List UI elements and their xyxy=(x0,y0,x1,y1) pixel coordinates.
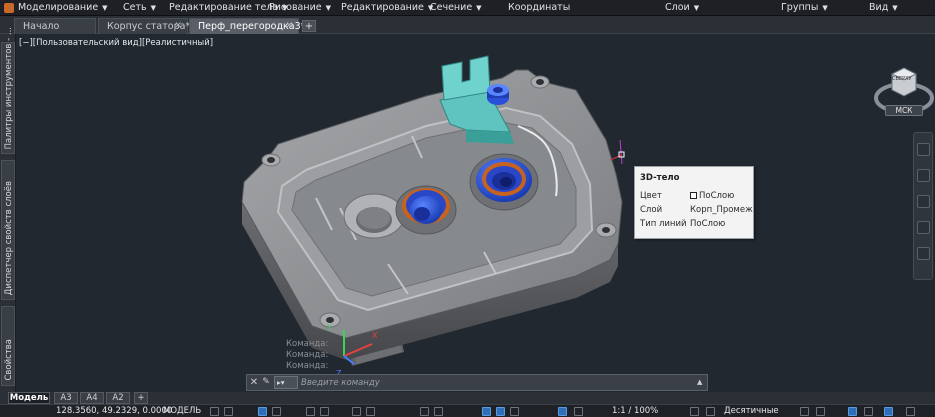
command-input[interactable] xyxy=(301,376,701,389)
pan-icon[interactable] xyxy=(917,169,930,182)
lock-ui-icon[interactable] xyxy=(816,407,825,416)
tab-model[interactable]: Модель xyxy=(8,392,50,404)
grid-icon[interactable] xyxy=(210,407,219,416)
tab-a4[interactable]: A4 xyxy=(80,392,104,404)
steering-wheel-icon[interactable] xyxy=(917,143,930,156)
chevron-down-icon: ▼ xyxy=(150,4,157,12)
chevron-down-icon: ▼ xyxy=(693,4,700,12)
selection-cycling-icon[interactable] xyxy=(420,407,429,416)
tooltip-title: 3D-тело xyxy=(640,173,680,183)
tooltip-value-linetype: ПоСлою xyxy=(690,219,726,229)
dynamic-ucs-icon[interactable] xyxy=(482,407,491,416)
ribbon-layers[interactable]: Слои ▼ xyxy=(665,1,699,15)
plug xyxy=(487,84,509,105)
showmotion-icon[interactable] xyxy=(917,247,930,260)
chevron-up-icon[interactable]: ▲ xyxy=(697,378,705,387)
bearing-left xyxy=(395,185,457,235)
layout-tab-bar: Модель A3 A4 A2 + xyxy=(0,392,935,404)
ribbon-modeling[interactable]: Моделирование ▼ xyxy=(4,1,108,15)
viewcube[interactable]: СВЕРХУ Ю xyxy=(872,50,935,140)
properties-panel[interactable]: Свойства xyxy=(1,306,15,386)
ribbon-modify[interactable]: Редактирование ▼ xyxy=(341,1,433,15)
add-layout-button[interactable]: + xyxy=(134,392,148,404)
osnap-icon[interactable] xyxy=(306,407,315,416)
chevron-down-icon: ▼ xyxy=(892,4,898,12)
svg-text:X: X xyxy=(372,331,378,340)
chevron-down-icon: ▼ xyxy=(476,4,482,12)
status-bar: 128.3560, 49.2329, 0.0000 МОДЕЛЬ 1:1 / 1… xyxy=(0,404,935,417)
shaft-boss xyxy=(343,193,405,239)
bearing-right xyxy=(469,153,539,211)
command-history-line: Команда: xyxy=(286,339,329,349)
autocad-window: Моделирование ▼ Сеть ▼ Редактирование тела… xyxy=(0,0,935,417)
new-tab-button[interactable]: + xyxy=(302,20,316,32)
svg-text:Y: Y xyxy=(326,323,332,332)
tab-a3[interactable]: A3 xyxy=(54,392,78,404)
navigation-bar xyxy=(913,132,933,280)
transparency-icon[interactable] xyxy=(366,407,375,416)
ucs-menu-button[interactable]: МСК xyxy=(885,105,923,116)
file-tab-bar: Начало Корпус статора* ✕ Перф_перегородк… xyxy=(0,16,935,34)
annotation-scale[interactable]: 1:1 / 100% xyxy=(612,406,658,416)
model-space-button[interactable]: МОДЕЛЬ xyxy=(163,406,201,416)
units-dropdown[interactable]: Десятичные xyxy=(724,406,779,416)
close-icon[interactable]: ✕ xyxy=(174,19,182,34)
zoom-icon[interactable] xyxy=(917,195,930,208)
command-line: ✕ ✎ ▸▾ ▲ xyxy=(246,374,708,391)
close-icon[interactable]: ✕ xyxy=(285,19,293,34)
wrench-icon[interactable]: ✎ xyxy=(261,375,271,390)
polar-icon[interactable] xyxy=(272,407,281,416)
chevron-down-icon: ▼ xyxy=(102,4,108,12)
tab-start[interactable]: Начало xyxy=(14,18,96,34)
viewcube-face-label: СВЕРХУ xyxy=(892,76,912,82)
chevron-icon[interactable]: ▸▾ xyxy=(274,376,298,389)
otrack-icon[interactable] xyxy=(320,407,329,416)
left-palette-bar: Палитры инструментов - ... Диспетчер сво… xyxy=(0,27,16,392)
coordinates-readout[interactable]: 128.3560, 49.2329, 0.0000 xyxy=(56,406,172,416)
ribbon-draw[interactable]: Рисование ▼ xyxy=(269,1,331,15)
ortho-icon[interactable] xyxy=(258,407,267,416)
close-icon[interactable]: ✕ xyxy=(249,375,259,390)
quick-properties-icon[interactable] xyxy=(800,407,809,416)
quick-properties-tooltip: 3D-тело Цвет ПоСлою Слой Корп_Промеж Тип… xyxy=(634,166,754,239)
cube-icon xyxy=(4,3,14,13)
hardware-acceleration-icon[interactable] xyxy=(864,407,873,416)
color-swatch-icon xyxy=(690,192,697,199)
isolate-objects-icon[interactable] xyxy=(848,407,857,416)
ribbon-coordinates[interactable]: Координаты xyxy=(508,1,570,15)
tool-palettes-panel[interactable]: Палитры инструментов - ... xyxy=(1,27,15,154)
ribbon-panel-bar: Моделирование ▼ Сеть ▼ Редактирование тела… xyxy=(0,0,935,16)
ribbon-view[interactable]: Вид ▼ xyxy=(869,1,898,15)
auto-scale-icon[interactable] xyxy=(574,407,583,416)
ribbon-mesh[interactable]: Сеть ▼ xyxy=(123,1,156,15)
command-history-line: Команда: xyxy=(286,350,329,360)
ribbon-section[interactable]: Сечение ▼ xyxy=(430,1,482,15)
tooltip-key-color: Цвет xyxy=(640,191,662,201)
tab-perf-partition[interactable]: Перф_перегородка3* ✕ xyxy=(189,18,305,34)
tab-a2[interactable]: A2 xyxy=(106,392,130,404)
3d-model[interactable]: Y X Z xyxy=(16,34,935,392)
command-history-line: Команда: xyxy=(286,361,329,371)
tooltip-value-layer: Корп_Промеж xyxy=(690,205,753,215)
workspace-icon[interactable] xyxy=(690,407,699,416)
tab-stator-housing[interactable]: Корпус статора* ✕ xyxy=(98,18,190,34)
tooltip-key-linetype: Тип линий xyxy=(640,219,687,229)
clean-screen-icon[interactable] xyxy=(884,407,893,416)
chevron-down-icon: ▼ xyxy=(325,4,331,12)
chevron-down-icon: ▼ xyxy=(822,4,828,12)
lineweight-icon[interactable] xyxy=(352,407,361,416)
ribbon-groups[interactable]: Группы ▼ xyxy=(781,1,828,15)
orbit-icon[interactable] xyxy=(917,221,930,234)
selection-filter-icon[interactable] xyxy=(496,407,505,416)
3d-osnap-icon[interactable] xyxy=(434,407,443,416)
drawing-viewport[interactable]: [−][Пользовательский вид][Реалистичный] xyxy=(16,34,935,392)
annotation-monitor-icon[interactable] xyxy=(706,407,715,416)
customization-icon[interactable] xyxy=(906,407,915,416)
tooltip-key-layer: Слой xyxy=(640,205,663,215)
gizmo-icon[interactable] xyxy=(510,407,519,416)
layer-properties-panel[interactable]: Диспетчер свойств слоёв xyxy=(1,160,15,300)
annotation-visibility-icon[interactable] xyxy=(558,407,567,416)
snap-icon[interactable] xyxy=(224,407,233,416)
tooltip-value-color: ПоСлою xyxy=(690,191,734,201)
